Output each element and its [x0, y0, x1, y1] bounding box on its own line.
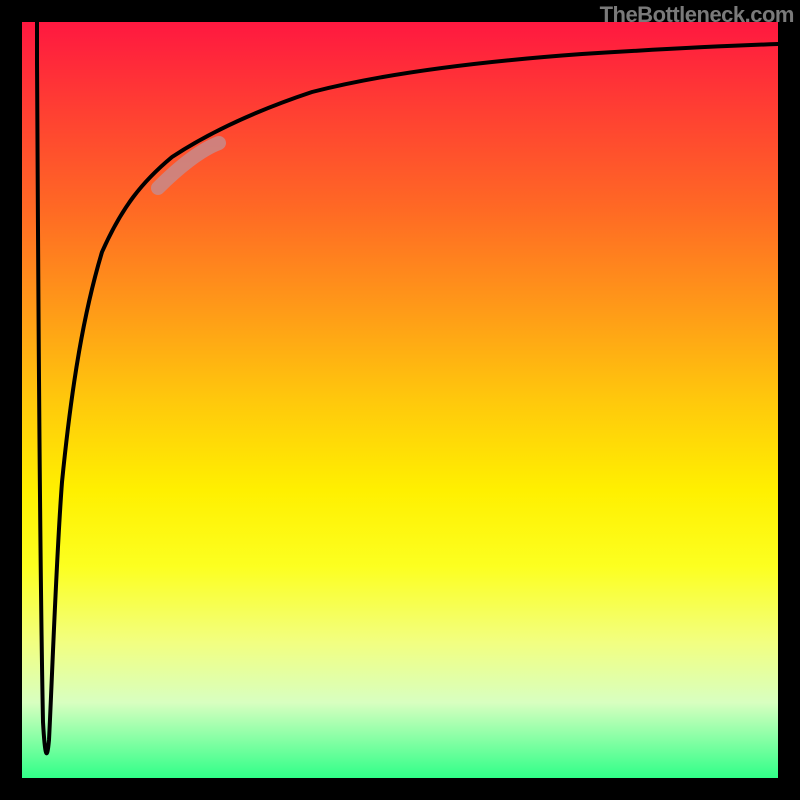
- bottleneck-curve: [37, 22, 778, 753]
- plot-area: [22, 22, 778, 778]
- highlight-segment: [158, 143, 219, 188]
- attribution-label: TheBottleneck.com: [600, 2, 794, 28]
- curve-layer: [22, 22, 778, 778]
- chart-frame: TheBottleneck.com: [0, 0, 800, 800]
